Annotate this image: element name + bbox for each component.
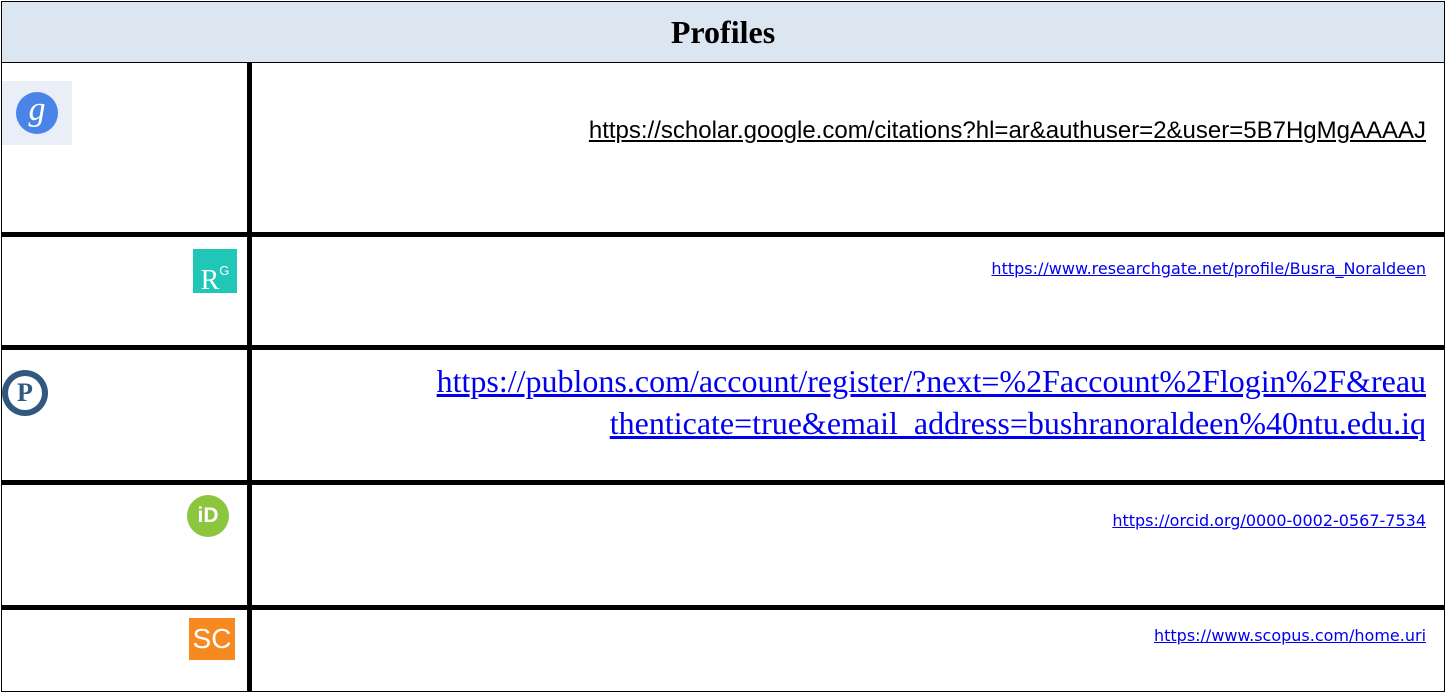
scopus-link[interactable]: https://www.scopus.com/home.uri: [1154, 626, 1426, 645]
publons-glyph: P: [8, 376, 42, 410]
researchgate-icon[interactable]: RG: [193, 249, 237, 296]
profile-row-orcid: iD https://orcid.org/0000-0002-0567-7534: [1, 482, 1446, 610]
publons-icon[interactable]: P: [2, 370, 48, 416]
publons-link-line1[interactable]: https://publons.com/account/register/?ne…: [437, 363, 1426, 399]
icon-cell: SC: [1, 607, 252, 692]
icon-cell: P: [1, 347, 252, 485]
profile-row-researchgate: RG https://www.researchgate.net/profile/…: [1, 234, 1446, 350]
profiles-table: Profiles g https://scholar.google.com/ci…: [0, 1, 1446, 692]
link-cell: https://publons.com/account/register/?ne…: [248, 347, 1446, 485]
researchgate-glyph-sup: G: [219, 263, 230, 278]
profile-row-publons: P https://publons.com/account/register/?…: [1, 347, 1446, 485]
link-cell: https://www.scopus.com/home.uri: [248, 607, 1446, 692]
icon-cell: RG: [1, 234, 252, 350]
google-scholar-icon[interactable]: g: [2, 81, 72, 145]
google-scholar-link[interactable]: https://scholar.google.com/citations?hl=…: [589, 117, 1426, 144]
icon-cell: g: [1, 62, 252, 237]
publons-link-line2[interactable]: thenticate=true&email_address=bushranora…: [610, 405, 1426, 441]
researchgate-link[interactable]: https://www.researchgate.net/profile/Bus…: [991, 259, 1426, 278]
link-cell: https://scholar.google.com/citations?hl=…: [248, 62, 1446, 237]
table-title: Profiles: [0, 1, 1446, 63]
scopus-icon[interactable]: SC: [189, 618, 235, 660]
header-row: Profiles: [0, 1, 1446, 63]
researchgate-glyph: R: [200, 265, 220, 296]
icon-cell: iD: [1, 482, 252, 610]
orcid-link[interactable]: https://orcid.org/0000-0002-0567-7534: [1112, 511, 1426, 530]
link-cell: https://www.researchgate.net/profile/Bus…: [248, 234, 1446, 350]
link-cell: https://orcid.org/0000-0002-0567-7534: [248, 482, 1446, 610]
google-scholar-glyph: g: [16, 92, 58, 134]
profile-row-scholar: g https://scholar.google.com/citations?h…: [1, 62, 1446, 237]
orcid-icon[interactable]: iD: [187, 495, 229, 537]
profile-row-scopus: SC https://www.scopus.com/home.uri: [1, 607, 1446, 692]
